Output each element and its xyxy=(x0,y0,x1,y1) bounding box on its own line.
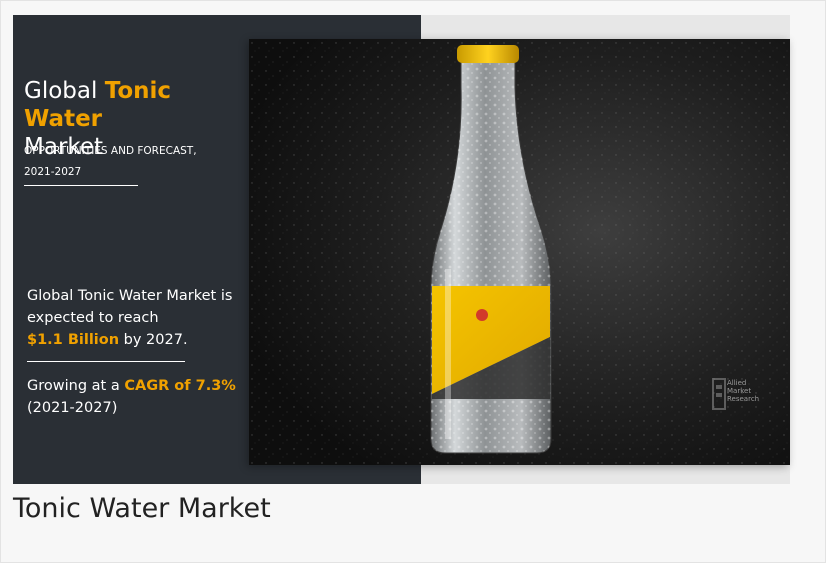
banner-subtitle: OPPORTUNITIES AND FORECAST, 2021-2027 xyxy=(24,141,244,183)
subtitle-line2: 2021-2027 xyxy=(24,166,82,178)
bottle-illustration xyxy=(249,39,790,465)
divider xyxy=(27,361,185,362)
logo-wordmark: Allied Market Research xyxy=(727,379,760,403)
stat2-period: (2021-2027) xyxy=(27,400,118,416)
title-prefix: Global xyxy=(24,78,105,104)
stat2-prefix: Growing at a xyxy=(27,378,125,394)
tonic-water-bottle-photo: Allied Market Research xyxy=(249,39,790,465)
cagr-statement: Growing at a CAGR of 7.3% (2021-2027) xyxy=(27,375,252,419)
stat2-value: CAGR of 7.3% xyxy=(124,378,236,394)
market-size-statement: Global Tonic Water Market is expected to… xyxy=(27,285,252,351)
stat1-suffix: by 2027. xyxy=(119,332,188,348)
divider xyxy=(24,185,138,186)
article-image-frame: Allied Market Research Global Tonic Wate… xyxy=(0,0,826,563)
subtitle-line1: OPPORTUNITIES AND FORECAST, xyxy=(24,145,197,157)
stat1-text: Global Tonic Water Market is expected to… xyxy=(27,288,233,326)
market-report-banner[interactable]: Allied Market Research Global Tonic Wate… xyxy=(13,15,790,484)
stat1-value: $1.1 Billion xyxy=(27,332,120,348)
image-caption: Tonic Water Market xyxy=(13,493,271,524)
